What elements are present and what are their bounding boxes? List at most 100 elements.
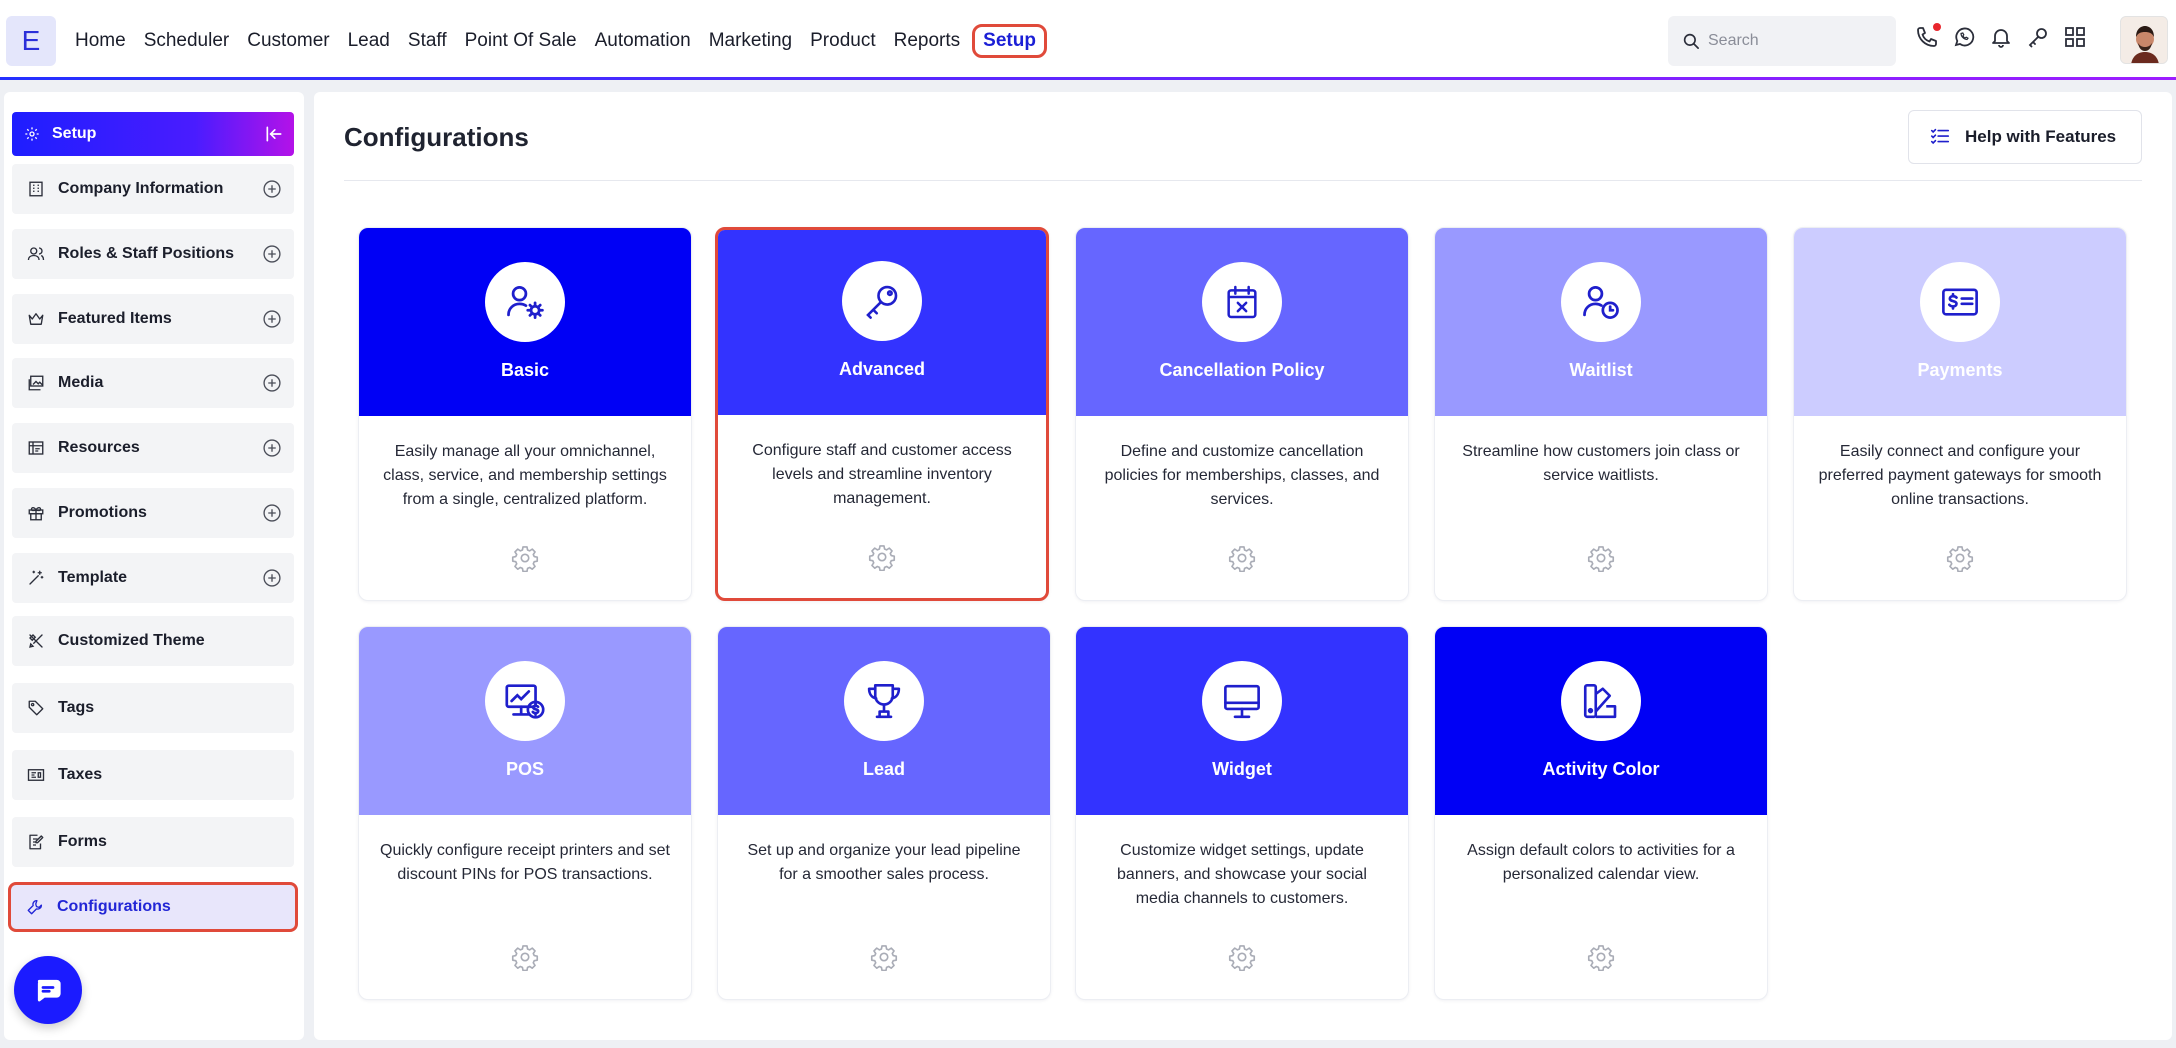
sidebar-item-tags[interactable]: Tags — [12, 683, 294, 733]
nav-item-staff[interactable]: Staff — [408, 25, 447, 57]
user-settings-icon — [485, 262, 565, 342]
gear-icon[interactable] — [1587, 943, 1615, 972]
sidebar-item-configurations[interactable]: Configurations — [8, 882, 298, 932]
expand-plus-icon[interactable] — [262, 179, 282, 199]
card-header: Basic — [359, 228, 691, 416]
sidebar-item-label: Featured Items — [58, 310, 172, 327]
sidebar-item-label: Configurations — [57, 898, 171, 915]
nav-item-home[interactable]: Home — [75, 25, 126, 57]
card-description: Easily connect and configure your prefer… — [1818, 443, 2102, 508]
config-card-pos[interactable]: POS Quickly configure receipt printers a… — [358, 626, 692, 1000]
nav-item-marketing[interactable]: Marketing — [709, 25, 792, 57]
sidebar-item-media[interactable]: Media — [12, 358, 294, 408]
gear-icon[interactable] — [1587, 544, 1615, 573]
expand-plus-icon[interactable] — [262, 568, 282, 588]
checklist-icon — [1930, 128, 1950, 145]
bell-icon[interactable] — [1989, 25, 2013, 49]
gear-icon[interactable] — [868, 543, 896, 572]
sidebar-item-label: Roles & Staff Positions — [58, 245, 235, 262]
config-card-basic[interactable]: Basic Easily manage all your omnichannel… — [358, 227, 692, 601]
card-header: POS — [359, 627, 691, 815]
gear-icon[interactable] — [1228, 544, 1256, 573]
config-card-advanced[interactable]: Advanced Configure staff and customer ac… — [715, 227, 1049, 601]
palette-icon — [1561, 661, 1641, 741]
help-button-label: Help with Features — [1965, 127, 2117, 146]
search-box[interactable] — [1668, 16, 1896, 66]
card-header: Advanced — [718, 230, 1046, 415]
nav-item-point-of-sale[interactable]: Point Of Sale — [465, 25, 577, 57]
gear-icon[interactable] — [1228, 943, 1256, 972]
title-divider — [344, 180, 2142, 181]
card-description: Easily manage all your omnichannel, clas… — [383, 443, 667, 508]
nav-item-customer[interactable]: Customer — [247, 25, 329, 57]
nav-item-scheduler[interactable]: Scheduler — [144, 25, 230, 57]
gear-icon[interactable] — [870, 943, 898, 972]
search-input[interactable] — [1708, 32, 1878, 50]
expand-plus-icon[interactable] — [262, 309, 282, 329]
phone-icon[interactable] — [1915, 23, 1941, 49]
calendar-x-icon — [1202, 262, 1282, 342]
sidebar-item-label: Media — [58, 374, 104, 391]
monitor-icon — [1202, 661, 1282, 741]
sidebar-item-resources[interactable]: Resources — [12, 423, 294, 473]
nav-item-lead[interactable]: Lead — [348, 25, 390, 57]
sidebar-item-label: Template — [58, 569, 128, 586]
gear-icon — [25, 127, 39, 141]
card-title: Lead — [862, 759, 905, 779]
key-icon[interactable] — [2026, 25, 2050, 49]
config-card-lead[interactable]: Lead Set up and organize your lead pipel… — [717, 626, 1051, 1000]
nav-item-automation[interactable]: Automation — [595, 25, 691, 57]
sidebar-item-taxes[interactable]: Taxes — [12, 750, 294, 800]
card-description: Configure staff and customer access leve… — [752, 442, 1012, 507]
config-card-widget[interactable]: Widget Customize widget settings, update… — [1075, 626, 1409, 1000]
card-title: Activity Color — [1542, 759, 1660, 779]
sidebar-item-roles-staff-positions[interactable]: Roles & Staff Positions — [12, 229, 294, 279]
card-title: Payments — [1917, 360, 2003, 380]
card-title: Cancellation Policy — [1159, 360, 1325, 380]
nav-item-setup[interactable]: Setup — [972, 24, 1047, 58]
user-clock-icon — [1561, 262, 1641, 342]
gear-icon[interactable] — [511, 544, 539, 573]
config-card-payments[interactable]: Payments Easily connect and configure yo… — [1793, 227, 2127, 601]
page-title: Configurations — [344, 122, 529, 152]
card-header: Lead — [718, 627, 1050, 815]
sidebar-item-promotions[interactable]: Promotions — [12, 488, 294, 538]
config-card-cancellation-policy[interactable]: Cancellation Policy Define and customize… — [1075, 227, 1409, 601]
expand-plus-icon[interactable] — [262, 244, 282, 264]
tag-icon — [26, 698, 46, 718]
sidebar-item-template[interactable]: Template — [12, 553, 294, 603]
search-icon — [1683, 33, 1699, 49]
expand-plus-icon[interactable] — [262, 503, 282, 523]
card-header: Widget — [1076, 627, 1408, 815]
gear-icon[interactable] — [511, 943, 539, 972]
sidebar-item-forms[interactable]: Forms — [12, 817, 294, 867]
app-logo[interactable]: E — [6, 16, 56, 66]
sidebar-item-label: Company Information — [58, 180, 224, 197]
expand-plus-icon[interactable] — [262, 438, 282, 458]
nav-item-product[interactable]: Product — [810, 25, 875, 57]
sidebar-item-label: Customized Theme — [58, 632, 205, 649]
card-description: Assign default colors to activities for … — [1467, 842, 1735, 883]
nav-item-reports[interactable]: Reports — [894, 25, 961, 57]
whatsapp-icon[interactable] — [1952, 25, 1976, 49]
sidebar-item-company-information[interactable]: Company Information — [12, 164, 294, 214]
sidebar-item-featured-items[interactable]: Featured Items — [12, 294, 294, 344]
expand-plus-icon[interactable] — [262, 373, 282, 393]
gift-icon — [26, 503, 46, 523]
config-card-waitlist[interactable]: Waitlist Streamline how customers join c… — [1434, 227, 1768, 601]
apps-grid-icon[interactable] — [2063, 25, 2087, 49]
sidebar-item-label: Taxes — [58, 766, 103, 783]
resources-icon — [26, 438, 46, 458]
sidebar-item-customized-theme[interactable]: Customized Theme — [12, 616, 294, 666]
gear-icon[interactable] — [1946, 544, 1974, 573]
collapse-sidebar-icon[interactable] — [264, 124, 284, 149]
magic-wand-icon — [26, 568, 46, 588]
user-avatar[interactable] — [2120, 16, 2168, 64]
help-with-features-button[interactable]: Help with Features — [1908, 110, 2142, 164]
card-title: Advanced — [838, 359, 926, 379]
card-header: Activity Color — [1435, 627, 1767, 815]
sidebar-header-label: Setup — [52, 125, 97, 142]
notification-dot — [1933, 23, 1941, 31]
config-card-activity-color[interactable]: Activity Color Assign default colors to … — [1434, 626, 1768, 1000]
chat-support-button[interactable] — [14, 956, 82, 1024]
